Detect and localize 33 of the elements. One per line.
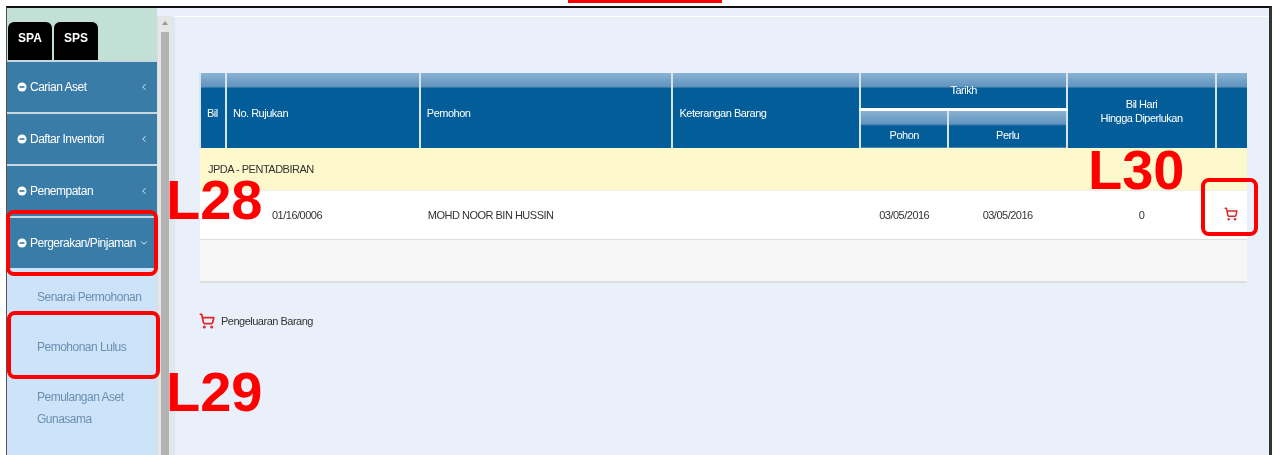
column-header: Bil [200,73,226,148]
table-cell: 03/05/2016 [860,190,949,240]
circle-icon [17,82,27,92]
tab[interactable]: SPS [54,22,98,60]
annotation-box [1201,178,1258,236]
cart-icon [199,313,215,329]
column-header: No. Rujukan [226,73,420,148]
footer-link[interactable]: Pengeluaran Barang [221,315,313,327]
column-header: Pohon [860,109,949,148]
cart-icon [1224,207,1239,221]
annotation-label: L28 [166,178,263,222]
column-header: Keterangan Barang [672,73,861,148]
column-header: Pemohon [419,73,673,148]
column-header: Tarikh [860,73,1068,109]
menu-item[interactable]: Pergerakan/Pinjaman [7,216,157,268]
circle-icon [17,186,27,196]
column-header: Bil Hari Hingga Diperlukan [1067,73,1216,148]
annotation-label: L29 [166,370,263,414]
tab[interactable]: SPA [8,22,52,60]
circle-icon [17,238,27,248]
table-cell: 0 [1067,190,1216,240]
menu-item[interactable]: Daftar Inventori [7,112,157,164]
table-cell: MOHD NOOR BIN HUSSIN [419,190,673,240]
menu-item[interactable]: Penempatan [7,164,157,216]
table-cell: 03/05/2016 [948,190,1068,240]
scrollbar-thumb[interactable] [161,32,169,455]
annotation-label: L30 [1088,148,1185,192]
submenu-item[interactable]: Senarai Permohonan [7,272,157,322]
column-header: Perlu [948,109,1068,148]
submenu-item[interactable]: Pemulangan Aset Gunasama [7,372,157,444]
circle-icon [17,134,27,144]
submenu-item[interactable]: Pemohonan Lulus [7,322,157,372]
menu-item[interactable]: Carian Aset [7,60,157,112]
